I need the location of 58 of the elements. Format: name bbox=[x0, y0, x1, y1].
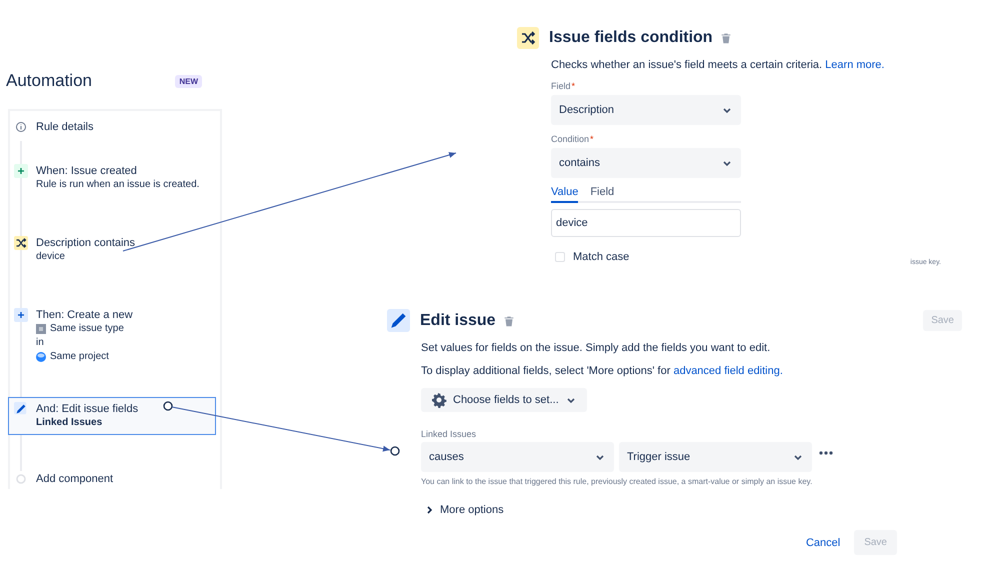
advanced-editing-link[interactable]: advanced field editing. bbox=[673, 365, 783, 377]
rule-item[interactable]: When: Issue created Rule is run when an issue is created. bbox=[10, 161, 220, 195]
description: Checks whether an issue's field meets a certain criteria. Learn more. bbox=[551, 58, 884, 72]
pencil-icon bbox=[14, 402, 28, 416]
item-title: Description contains bbox=[36, 236, 136, 250]
trash-icon bbox=[718, 31, 733, 45]
checkbox[interactable] bbox=[555, 252, 565, 262]
item-detail: device bbox=[36, 250, 65, 264]
info-icon bbox=[15, 121, 27, 133]
new-badge: NEW bbox=[175, 74, 202, 88]
item-detail: Rule is run when an issue is created. bbox=[36, 178, 200, 192]
item-detail: Same project bbox=[50, 350, 109, 364]
description: To display additional fields, select 'More options' for advanced field editing. bbox=[421, 364, 783, 378]
cancel-button[interactable]: Cancel bbox=[798, 532, 848, 554]
tab[interactable]: Field bbox=[590, 184, 614, 203]
description: Set values for fields on the issue. Simply add the fields you want to edit. bbox=[421, 341, 770, 355]
page-title: Automation bbox=[6, 71, 92, 91]
rule-item[interactable]: Rule details bbox=[10, 117, 220, 137]
rule-item[interactable]: Description contains device bbox=[10, 233, 220, 267]
item-detail: in bbox=[36, 336, 44, 350]
checkbox-label: Match case bbox=[573, 250, 630, 262]
item-detail: Linked Issues bbox=[36, 416, 102, 430]
item-title: When: Issue created bbox=[36, 164, 138, 178]
circle-icon bbox=[15, 473, 27, 485]
gear-icon bbox=[431, 392, 447, 408]
plus-icon bbox=[14, 164, 28, 178]
item-detail: Same issue type bbox=[50, 322, 124, 336]
panel-title: Issue fields condition bbox=[549, 29, 713, 47]
rule-item[interactable]: And: Edit issue fields Linked Issues bbox=[8, 397, 216, 435]
chevron-icon bbox=[425, 505, 434, 515]
trash-icon bbox=[502, 314, 516, 328]
field-label: Field* bbox=[551, 81, 576, 91]
select-field[interactable]: causes bbox=[421, 442, 614, 472]
item-title: Then: Create a new bbox=[36, 308, 133, 322]
select-field[interactable]: contains bbox=[551, 148, 741, 178]
panel-title: Edit issue bbox=[420, 312, 496, 330]
shuffle-icon bbox=[14, 236, 28, 250]
globe-icon bbox=[36, 352, 46, 362]
more-icon bbox=[819, 450, 833, 456]
item-title: And: Edit issue fields bbox=[36, 402, 138, 416]
item-title: Rule details bbox=[36, 120, 94, 134]
select-field[interactable]: Trigger issue bbox=[619, 442, 812, 472]
field-label: Condition* bbox=[551, 134, 594, 144]
helper-text: You can link to the issue that triggered this rule, previously created issue, a smart-value or simply an issue key. bbox=[421, 477, 812, 486]
issue-type-icon bbox=[36, 324, 46, 334]
more-options-toggle[interactable]: More options bbox=[421, 504, 504, 516]
select-field[interactable]: Description bbox=[551, 95, 741, 125]
rule-item[interactable]: Then: Create a new Same issue type in Same project bbox=[10, 305, 220, 367]
learn-more-link[interactable]: Learn more. bbox=[825, 59, 884, 71]
shuffle-icon bbox=[517, 27, 539, 49]
plus-icon bbox=[14, 308, 28, 322]
rule-item[interactable]: Add component bbox=[10, 469, 220, 489]
field-label: Linked Issues bbox=[421, 429, 476, 439]
value-input[interactable]: device bbox=[551, 209, 741, 237]
choose-fields-button[interactable]: Choose fields to set... bbox=[421, 388, 587, 412]
pencil-icon bbox=[387, 309, 410, 332]
tab[interactable]: Value bbox=[551, 184, 578, 203]
item-title: Add component bbox=[36, 472, 114, 486]
